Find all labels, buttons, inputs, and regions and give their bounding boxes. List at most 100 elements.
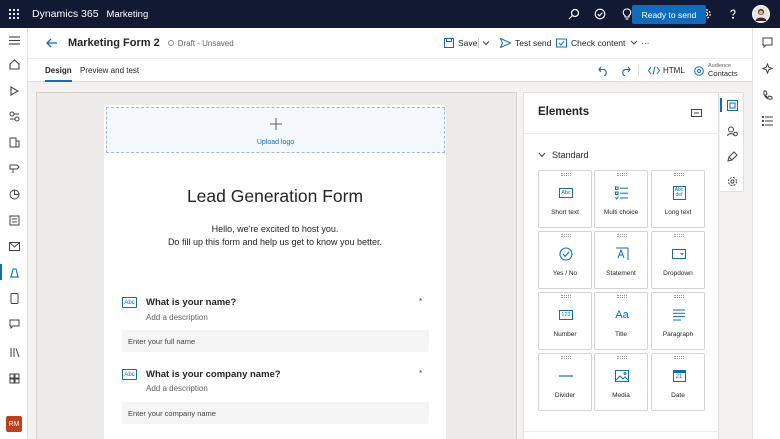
mobile-icon[interactable] bbox=[0, 288, 28, 308]
personalization-tab-icon[interactable] bbox=[720, 121, 744, 141]
question-label[interactable]: What is your name? bbox=[146, 297, 236, 308]
analytics-icon[interactable] bbox=[0, 184, 28, 204]
segments-icon[interactable] bbox=[0, 106, 28, 126]
audience-value: Contacts bbox=[708, 68, 738, 78]
company-name-field[interactable]: Enter your company name bbox=[122, 402, 429, 424]
question-label[interactable]: What is your company name? bbox=[146, 369, 281, 380]
undo-icon[interactable] bbox=[598, 59, 609, 82]
long-text-icon: Abc def bbox=[671, 185, 687, 201]
journey-icon[interactable] bbox=[0, 158, 28, 178]
drag-grip-icon bbox=[617, 356, 627, 359]
redo-icon[interactable] bbox=[620, 59, 631, 82]
content-icon[interactable] bbox=[0, 210, 28, 230]
building-icon[interactable] bbox=[0, 132, 28, 152]
collapse-panel-icon[interactable] bbox=[690, 107, 702, 119]
code-icon bbox=[648, 66, 660, 75]
task-flow-icon[interactable] bbox=[587, 0, 614, 28]
date-icon: 21 bbox=[671, 368, 687, 384]
tile-label: Statement bbox=[606, 270, 636, 277]
back-arrow-icon[interactable] bbox=[42, 33, 62, 53]
element-tile-media[interactable]: Media bbox=[594, 353, 648, 411]
required-asterisk: * bbox=[419, 297, 423, 306]
form-heading[interactable]: Lead Generation Form bbox=[104, 186, 446, 207]
html-button[interactable]: HTML bbox=[648, 59, 685, 82]
save-options-chevron[interactable] bbox=[478, 28, 496, 58]
elements-panel: Elements Standard Abc Short text Multi c… bbox=[523, 92, 719, 439]
multi-choice-icon bbox=[614, 185, 630, 201]
chevron-down-icon bbox=[538, 152, 546, 158]
tab-preview-and-test[interactable]: Preview and test bbox=[80, 59, 139, 82]
element-tile-long-text[interactable]: Abc def Long text bbox=[651, 170, 705, 228]
ready-to-send-button[interactable]: Ready to send bbox=[632, 5, 706, 24]
check-content-label: Check content bbox=[571, 38, 626, 48]
more-commands-button[interactable]: ··· bbox=[641, 28, 650, 58]
app-launcher-icon[interactable] bbox=[0, 0, 28, 28]
tile-label: Yes / No bbox=[552, 270, 578, 277]
forms-icon[interactable] bbox=[0, 262, 28, 282]
tile-label: Multi choice bbox=[603, 209, 639, 216]
short-text-icon: Abc bbox=[122, 369, 137, 380]
audience-icon bbox=[694, 65, 704, 76]
hamburger-menu-icon[interactable] bbox=[0, 30, 28, 50]
tab-bar: Design Preview and test HTML Audience Co… bbox=[28, 58, 752, 82]
full-name-field[interactable]: Enter your full name bbox=[122, 330, 429, 352]
element-tile-number[interactable]: 123 Number bbox=[538, 292, 592, 350]
phone-icon[interactable] bbox=[753, 85, 780, 105]
dropdown-icon bbox=[671, 246, 687, 262]
right-rail bbox=[752, 28, 780, 439]
save-icon bbox=[444, 38, 454, 48]
chat-icon[interactable] bbox=[0, 314, 28, 334]
standard-section-header[interactable]: Standard bbox=[538, 150, 589, 160]
drag-grip-icon bbox=[674, 173, 684, 176]
drag-grip-icon bbox=[674, 295, 684, 298]
element-tile-short-text[interactable]: Abc Short text bbox=[538, 170, 592, 228]
library-icon[interactable] bbox=[0, 342, 28, 362]
save-button[interactable]: Save bbox=[444, 28, 477, 58]
form-subtitle-line2[interactable]: Do fill up this form and help us get to … bbox=[104, 237, 446, 247]
drag-grip-icon bbox=[617, 295, 627, 298]
area-switcher-avatar[interactable]: RM bbox=[6, 416, 22, 432]
element-tile-dropdown[interactable]: Dropdown bbox=[651, 231, 705, 289]
home-icon[interactable] bbox=[0, 54, 28, 74]
check-content-icon bbox=[556, 38, 567, 48]
app-name[interactable]: Dynamics 365 bbox=[32, 8, 99, 20]
styles-tab-icon[interactable] bbox=[720, 146, 744, 166]
tile-label: Paragraph bbox=[662, 331, 694, 338]
element-tile-yes-no[interactable]: Yes / No bbox=[538, 231, 592, 289]
element-tile-divider[interactable]: Divider bbox=[538, 353, 592, 411]
help-icon[interactable] bbox=[720, 0, 747, 28]
email-icon[interactable] bbox=[0, 236, 28, 256]
test-send-label: Test send bbox=[515, 38, 552, 48]
statement-icon bbox=[614, 246, 630, 262]
element-tile-multi-choice[interactable]: Multi choice bbox=[594, 170, 648, 228]
upload-logo-label: Upload logo bbox=[256, 139, 295, 146]
assets-icon[interactable] bbox=[0, 368, 28, 388]
element-tile-paragraph[interactable]: Paragraph bbox=[651, 292, 705, 350]
elements-tab-icon[interactable] bbox=[720, 95, 744, 115]
user-avatar[interactable] bbox=[752, 5, 770, 23]
element-tile-date[interactable]: 21 Date bbox=[651, 353, 705, 411]
drag-grip-icon bbox=[561, 356, 571, 359]
audience-selector[interactable]: Audience Contacts bbox=[694, 59, 738, 82]
question-description[interactable]: Add a description bbox=[146, 384, 208, 393]
copilot-icon[interactable] bbox=[753, 58, 780, 78]
search-icon[interactable] bbox=[561, 0, 588, 28]
question-description[interactable]: Add a description bbox=[146, 313, 208, 322]
element-tile-statement[interactable]: Statement bbox=[594, 231, 648, 289]
title-icon: Aa bbox=[615, 309, 629, 321]
divider bbox=[524, 431, 718, 432]
form-subtitle-line1[interactable]: Hello, we're excited to host you. bbox=[104, 224, 446, 234]
short-text-icon: Abc bbox=[122, 297, 137, 308]
play-icon[interactable] bbox=[0, 81, 28, 101]
element-tile-title[interactable]: Aa Title bbox=[594, 292, 648, 350]
chat-bubble-icon[interactable] bbox=[753, 32, 780, 52]
settings-tab-icon[interactable] bbox=[720, 171, 744, 191]
list-icon[interactable] bbox=[753, 111, 780, 131]
test-send-button[interactable]: Test send bbox=[500, 28, 551, 58]
yes-no-icon bbox=[558, 246, 574, 262]
tab-design[interactable]: Design bbox=[45, 59, 72, 82]
html-label: HTML bbox=[663, 66, 685, 75]
upload-logo-zone[interactable]: Upload logo bbox=[106, 107, 445, 153]
drag-grip-icon bbox=[561, 173, 571, 176]
check-content-button[interactable]: Check content bbox=[556, 28, 643, 58]
